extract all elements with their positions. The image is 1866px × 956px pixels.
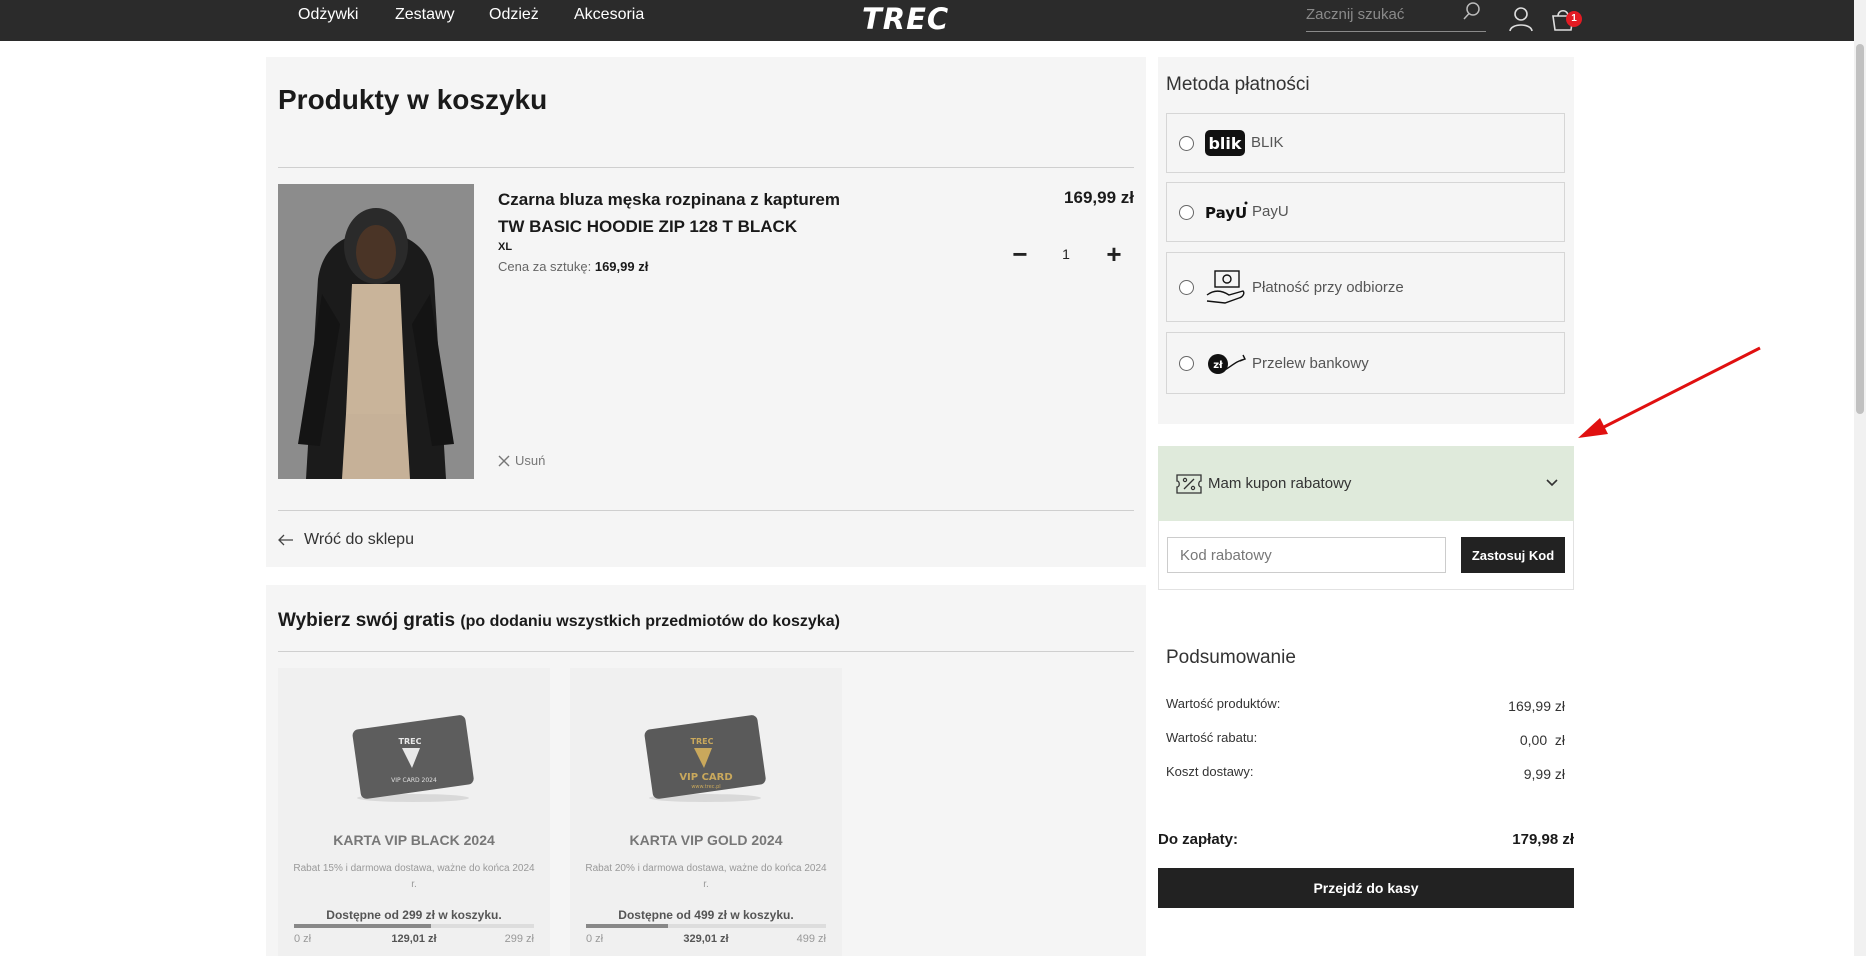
cash-on-delivery-icon xyxy=(1206,270,1245,304)
summary-value-discount: 0,00 zł xyxy=(1519,732,1565,748)
svg-text:PayU: PayU xyxy=(1205,204,1247,222)
product-name[interactable]: Czarna bluza męska rozpinana z kapturem … xyxy=(498,186,858,240)
gift-availability: Dostępne od 499 zł w koszyku. xyxy=(618,908,794,922)
search-input[interactable] xyxy=(1306,2,1456,26)
vip-card-image: TREC VIP CARD 2024 xyxy=(352,715,474,802)
summary-label-products: Wartość produktów: xyxy=(1166,696,1281,711)
gift-title-sub: (po dodaniu wszystkich przedmiotów do ko… xyxy=(460,613,840,630)
product-name-line1: Czarna bluza męska rozpinana z kapturem xyxy=(498,190,840,209)
gift-progress-fill xyxy=(586,924,668,928)
total-value: 179,98 zł xyxy=(1512,831,1574,848)
trec-logo[interactable]: TREC xyxy=(862,2,949,36)
coupon-title: Mam kupon rabatowy xyxy=(1208,475,1352,492)
quantity-value[interactable]: 1 xyxy=(1056,246,1076,262)
coupon-percent-icon xyxy=(1176,474,1202,494)
radio-payu[interactable] xyxy=(1179,205,1194,220)
payment-option-blik[interactable]: blik BLIK xyxy=(1166,113,1565,173)
summary-title: Podsumowanie xyxy=(1166,647,1296,668)
divider xyxy=(278,167,1134,168)
search-icon[interactable] xyxy=(1462,1,1482,26)
summary-value-shipping: 9,99 zł xyxy=(1523,766,1565,782)
gift-card-vip-black[interactable]: TREC VIP CARD 2024 KARTA VIP BLACK 2024 … xyxy=(278,668,550,956)
vip-card-image: TREC VIP CARD www.trec.pl xyxy=(644,715,766,802)
checkout-button[interactable]: Przejdź do kasy xyxy=(1158,868,1574,908)
remove-item-button[interactable]: Usuń xyxy=(498,453,545,468)
payment-label: PayU xyxy=(1252,203,1289,220)
payment-title: Metoda płatności xyxy=(1166,74,1310,95)
gift-progress-max: 499 zł xyxy=(796,933,826,945)
summary-label-shipping: Koszt dostawy: xyxy=(1166,764,1254,779)
payment-label: Płatność przy odbiorze xyxy=(1252,279,1404,296)
coupon-toggle[interactable]: Mam kupon rabatowy xyxy=(1158,446,1574,521)
summary-value-products: 169,99 zł xyxy=(1508,698,1565,714)
unit-price: Cena za sztukę: 169,99 zł xyxy=(498,259,648,274)
apply-coupon-button[interactable]: Zastosuj Kod xyxy=(1461,537,1565,573)
nav-item-zestawy[interactable]: Zestawy xyxy=(395,6,455,24)
payment-option-cod[interactable]: Płatność przy odbiorze xyxy=(1166,252,1565,322)
chevron-down-icon xyxy=(1546,479,1558,487)
payment-label: Przelew bankowy xyxy=(1252,355,1369,372)
search-box xyxy=(1306,0,1486,32)
nav-item-odzywki[interactable]: Odżywki xyxy=(298,6,358,24)
cart-count-badge: 1 xyxy=(1566,11,1582,27)
quantity-decrease-button[interactable]: − xyxy=(1010,240,1030,270)
summary-label-discount: Wartość rabatu: xyxy=(1166,730,1258,745)
gift-title-main: Wybierz swój gratis xyxy=(278,610,456,631)
back-label: Wróć do sklepu xyxy=(304,531,414,548)
gift-name: KARTA VIP GOLD 2024 xyxy=(629,832,783,848)
gift-availability: Dostępne od 299 zł w koszyku. xyxy=(326,908,502,922)
radio-cod[interactable] xyxy=(1179,280,1194,295)
scrollbar-thumb[interactable] xyxy=(1856,44,1864,414)
card-brand: TREC xyxy=(399,737,422,746)
gift-progress-bar xyxy=(586,924,826,928)
gift-description: Rabat 20% i darmowa dostawa, ważne do ko… xyxy=(585,863,827,890)
radio-bank-transfer[interactable] xyxy=(1179,356,1194,371)
top-navbar: Odżywki Zestawy Odzież Akcesoria TREC 1 xyxy=(0,0,1854,41)
user-account-icon[interactable] xyxy=(1509,6,1533,37)
card-url: www.trec.pl xyxy=(691,784,720,790)
page-title: Produkty w koszyku xyxy=(278,84,548,115)
bank-transfer-icon: zł xyxy=(1208,354,1247,374)
coupon-form: Zastosuj Kod xyxy=(1158,521,1574,590)
product-price: 169,99 zł xyxy=(1064,188,1134,207)
card-brand: TREC xyxy=(691,737,714,746)
divider xyxy=(278,510,1134,511)
product-image[interactable] xyxy=(278,184,474,479)
gift-progress-max: 299 zł xyxy=(504,933,534,945)
svg-text:blik: blik xyxy=(1208,134,1241,153)
gift-section-title: Wybierz swój gratis (po dodaniu wszystki… xyxy=(278,610,840,632)
payment-option-payu[interactable]: PayU PayU xyxy=(1166,182,1565,242)
gift-card-vip-gold[interactable]: TREC VIP CARD www.trec.pl KARTA VIP GOLD… xyxy=(570,668,842,956)
payment-option-bank-transfer[interactable]: zł Przelew bankowy xyxy=(1166,332,1565,394)
coupon-code-input[interactable] xyxy=(1167,537,1446,573)
gift-description: Rabat 15% i darmowa dostawa, ważne do ko… xyxy=(293,863,535,890)
card-text: VIP CARD xyxy=(679,772,732,783)
product-name-line2: TW BASIC HOODIE ZIP 128 T BLACK xyxy=(498,217,798,236)
unit-price-value: 169,99 zł xyxy=(594,259,649,274)
gift-progress-fill xyxy=(294,924,431,928)
gift-name: KARTA VIP BLACK 2024 xyxy=(333,832,495,848)
product-size: XL xyxy=(498,241,513,253)
total-label: Do zapłaty: xyxy=(1158,831,1239,848)
arrow-left-icon xyxy=(278,534,293,546)
nav-item-akcesoria[interactable]: Akcesoria xyxy=(574,6,644,24)
divider xyxy=(278,651,1134,652)
svg-text:zł: zł xyxy=(1213,360,1223,371)
back-to-shop-link[interactable]: Wróć do sklepu xyxy=(278,531,414,549)
close-icon xyxy=(498,455,510,466)
scrollbar[interactable] xyxy=(1854,0,1866,956)
annotation-arrow-icon xyxy=(1578,346,1761,438)
card-text: VIP CARD 2024 xyxy=(391,777,437,784)
radio-blik[interactable] xyxy=(1179,136,1194,151)
payu-logo-icon: PayU xyxy=(1205,201,1248,222)
blik-logo-icon: blik xyxy=(1205,130,1245,156)
remove-label: Usuń xyxy=(515,453,546,468)
gift-progress-bar xyxy=(294,924,534,928)
quantity-increase-button[interactable]: + xyxy=(1103,240,1125,270)
nav-item-odziez[interactable]: Odzież xyxy=(489,6,539,24)
payment-label: BLIK xyxy=(1251,134,1284,151)
unit-price-label: Cena za sztukę: xyxy=(498,259,592,274)
